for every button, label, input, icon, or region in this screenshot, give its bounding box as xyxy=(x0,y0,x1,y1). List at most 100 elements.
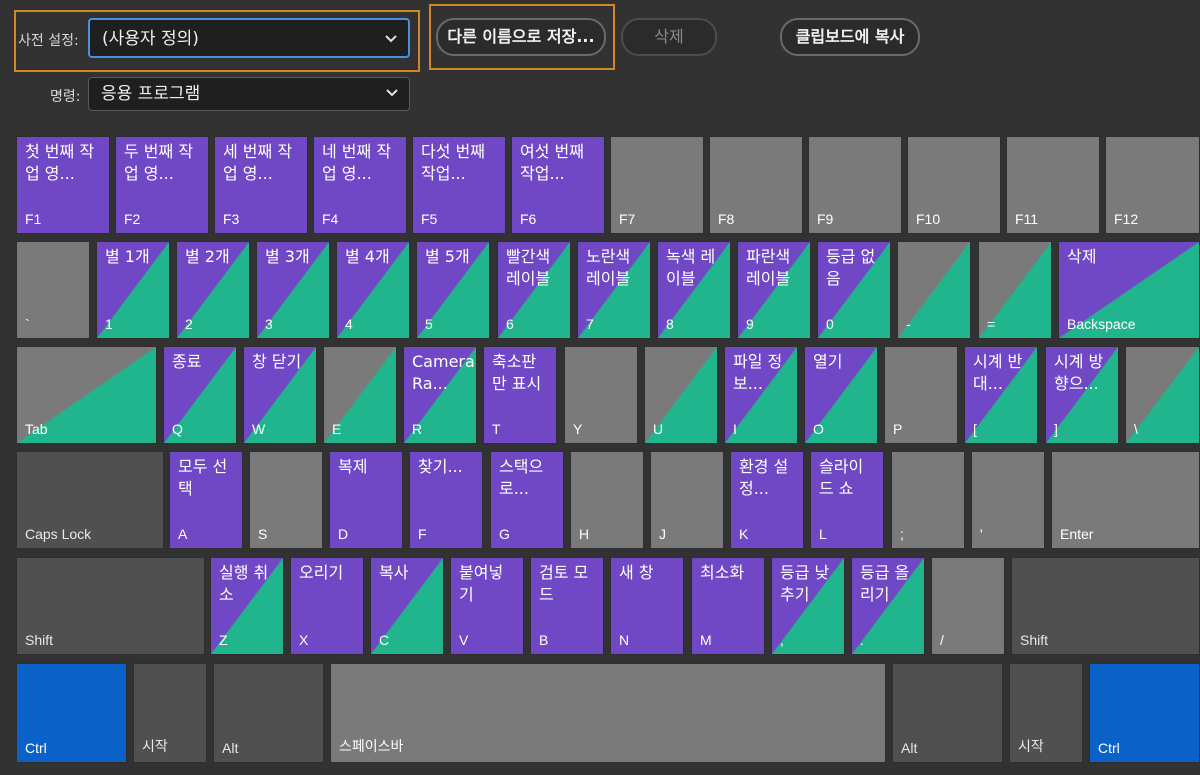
key-3[interactable]: 별 3개 3 xyxy=(256,241,330,339)
key-right-bracket[interactable]: 시계 방 향으...] xyxy=(1045,346,1119,444)
key-f4[interactable]: 네 번째 작 업 영... F4 xyxy=(313,136,407,234)
command-select[interactable]: 응용 프로그램 xyxy=(88,77,410,111)
key-command: 창 닫기 xyxy=(252,352,302,371)
key-f12[interactable]: F12 xyxy=(1105,136,1200,234)
key-left-bracket[interactable]: 시계 반 대... [ xyxy=(964,346,1038,444)
key-r[interactable]: Camera Ra... R xyxy=(403,346,477,444)
key-caption: S xyxy=(258,526,268,542)
key-f11[interactable]: F11 xyxy=(1006,136,1100,234)
key-w[interactable]: 창 닫기 W xyxy=(243,346,317,444)
key-tab[interactable]: Tab xyxy=(16,346,157,444)
key-command: 삭제 xyxy=(1067,247,1097,266)
copy-to-clipboard-button[interactable]: 클립보드에 복사 xyxy=(780,18,920,56)
key-right-shift[interactable]: Shift xyxy=(1011,557,1200,655)
key-m[interactable]: 최소화 M xyxy=(691,557,765,655)
key-c[interactable]: 복사 C xyxy=(370,557,444,655)
key-s[interactable]: S xyxy=(249,451,323,549)
key-2[interactable]: 별 2개 2 xyxy=(176,241,250,339)
key-o[interactable]: 열기 O xyxy=(804,346,878,444)
key-p[interactable]: P xyxy=(884,346,958,444)
key-f10[interactable]: F10 xyxy=(907,136,1001,234)
key-4[interactable]: 별 4개 4 xyxy=(336,241,410,339)
key-left-shift[interactable]: Shift xyxy=(16,557,205,655)
key-j[interactable]: J xyxy=(650,451,724,549)
save-as-button[interactable]: 다른 이름으로 저장... xyxy=(436,18,606,56)
key-caps-lock[interactable]: Caps Lock xyxy=(16,451,164,549)
key-caption: F xyxy=(418,526,427,542)
preset-select[interactable]: (사용자 정의) xyxy=(88,18,410,58)
key-f5[interactable]: 다섯 번째 작업... F5 xyxy=(412,136,506,234)
key-caption: = xyxy=(987,316,996,332)
key-v[interactable]: 붙여넣 기 V xyxy=(450,557,524,655)
key-right-ctrl[interactable]: Ctrl xyxy=(1089,663,1200,763)
key-f1[interactable]: 첫 번째 작 업 영... F1 xyxy=(16,136,110,234)
key-caption: F11 xyxy=(1015,211,1039,227)
key-caption: C xyxy=(379,632,390,648)
key-semicolon[interactable]: ; xyxy=(891,451,965,549)
key-f8[interactable]: F8 xyxy=(709,136,803,234)
key-caption: 9 xyxy=(746,316,754,332)
key-caption: 2 xyxy=(185,316,193,332)
key-e[interactable]: E xyxy=(323,346,397,444)
key-caption: G xyxy=(499,526,510,542)
key-caption: F12 xyxy=(1114,211,1139,227)
command-label: 명령: xyxy=(50,89,81,105)
key-l[interactable]: 슬라이 드 쇼 L xyxy=(810,451,884,549)
key-period[interactable]: 등급 올 리기. xyxy=(851,557,925,655)
key-8[interactable]: 녹색 레 이블 8 xyxy=(657,241,731,339)
key-caption: 7 xyxy=(586,316,594,332)
key-spacebar[interactable]: 스페이스바 xyxy=(330,663,886,763)
key-command: 별 5개 xyxy=(425,247,470,266)
key-f7[interactable]: F7 xyxy=(610,136,704,234)
key-y[interactable]: Y xyxy=(564,346,638,444)
key-caption: F9 xyxy=(817,211,834,227)
key-u[interactable]: U xyxy=(644,346,718,444)
key-right-start[interactable]: 시작 xyxy=(1009,663,1083,763)
key-caption: D xyxy=(338,526,349,542)
key-equals[interactable]: = xyxy=(978,241,1052,339)
key-6[interactable]: 빨간색 레이블 6 xyxy=(497,241,571,339)
key-k[interactable]: 환경 설 정... K xyxy=(730,451,804,549)
key-f2[interactable]: 두 번째 작 업 영... F2 xyxy=(115,136,209,234)
key-i[interactable]: 파일 정 보... I xyxy=(724,346,798,444)
key-g[interactable]: 스택으 로... G xyxy=(490,451,564,549)
key-f6[interactable]: 여섯 번째 작업... F6 xyxy=(511,136,605,234)
key-left-ctrl[interactable]: Ctrl xyxy=(16,663,127,763)
key-f[interactable]: 찾기... F xyxy=(409,451,483,549)
key-9[interactable]: 파란색 레이블 9 xyxy=(737,241,811,339)
key-command: 모두 선 택 xyxy=(178,457,228,498)
key-quote[interactable]: ' xyxy=(971,451,1045,549)
key-enter[interactable]: Enter xyxy=(1051,451,1200,549)
key-5[interactable]: 별 5개 5 xyxy=(416,241,490,339)
key-caption: 5 xyxy=(425,316,433,332)
key-f3[interactable]: 세 번째 작 업 영... F3 xyxy=(214,136,308,234)
key-caption: M xyxy=(700,632,712,648)
key-t[interactable]: 축소판 만 표시 T xyxy=(483,346,557,444)
key-left-alt[interactable]: Alt xyxy=(213,663,324,763)
key-left-start[interactable]: 시작 xyxy=(133,663,207,763)
key-h[interactable]: H xyxy=(570,451,644,549)
key-d[interactable]: 복제 D xyxy=(329,451,403,549)
delete-preset-button[interactable]: 삭제 xyxy=(621,18,717,56)
key-x[interactable]: 오리기 X xyxy=(290,557,364,655)
key-1[interactable]: 별 1개 1 xyxy=(96,241,170,339)
key-z[interactable]: 실행 취 소 Z xyxy=(210,557,284,655)
key-slash[interactable]: / xyxy=(931,557,1005,655)
key-minus[interactable]: - xyxy=(897,241,971,339)
key-command: 검토 모 드 xyxy=(539,563,589,604)
key-backtick[interactable]: ` xyxy=(16,241,90,339)
key-backspace[interactable]: 삭제 Backspace xyxy=(1058,241,1200,339)
key-caption: 스페이스바 xyxy=(339,738,404,754)
key-command: 복제 xyxy=(338,457,368,476)
key-a[interactable]: 모두 선 택 A xyxy=(169,451,243,549)
key-f9[interactable]: F9 xyxy=(808,136,902,234)
key-q[interactable]: 종료 Q xyxy=(163,346,237,444)
key-0[interactable]: 등급 없 음 0 xyxy=(817,241,891,339)
key-comma[interactable]: 등급 낮 추기, xyxy=(771,557,845,655)
key-n[interactable]: 새 창 N xyxy=(610,557,684,655)
key-7[interactable]: 노란색 레이블 7 xyxy=(577,241,651,339)
key-command: 별 2개 xyxy=(185,247,230,266)
key-b[interactable]: 검토 모 드 B xyxy=(530,557,604,655)
key-right-alt[interactable]: Alt xyxy=(892,663,1003,763)
key-backslash[interactable]: \ xyxy=(1125,346,1200,444)
